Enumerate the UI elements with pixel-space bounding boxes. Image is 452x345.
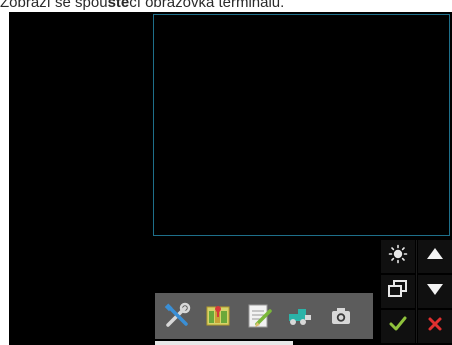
window-switch-icon [387,279,409,304]
confirm-button[interactable] [381,310,415,343]
arrow-up-icon [426,247,444,266]
field-map-icon [204,302,232,330]
caption-suffix: cí obrazovka terminálu. [129,0,285,11]
tools-icon [163,302,191,330]
bottom-toolbar [155,293,373,339]
field-map-button[interactable] [198,293,238,339]
caption-text: Zobrazí se spouštecí obrazovka terminálu… [0,0,452,12]
scroll-down-button[interactable] [418,275,452,308]
camera-icon [329,305,353,327]
brightness-icon [388,244,408,269]
tools-button[interactable] [157,293,197,339]
scroll-up-button[interactable] [418,240,452,273]
camera-button[interactable] [321,293,361,339]
notepad-icon [245,302,273,330]
caption-bold: šte [107,0,130,11]
terminal-screen [9,12,452,345]
vehicle-icon [286,304,314,328]
cancel-button[interactable] [418,310,452,343]
brightness-button[interactable] [381,240,415,273]
checkmark-icon [389,316,407,337]
button-column-divider [416,240,417,343]
window-switch-button[interactable] [381,275,415,308]
caption-prefix: Zobrazí se spou [0,0,108,11]
notepad-button[interactable] [239,293,279,339]
main-display-area[interactable] [153,14,450,236]
vehicle-button[interactable] [280,293,320,339]
close-icon [427,316,443,337]
arrow-down-icon [426,282,444,301]
toolbar-underline [155,341,293,345]
